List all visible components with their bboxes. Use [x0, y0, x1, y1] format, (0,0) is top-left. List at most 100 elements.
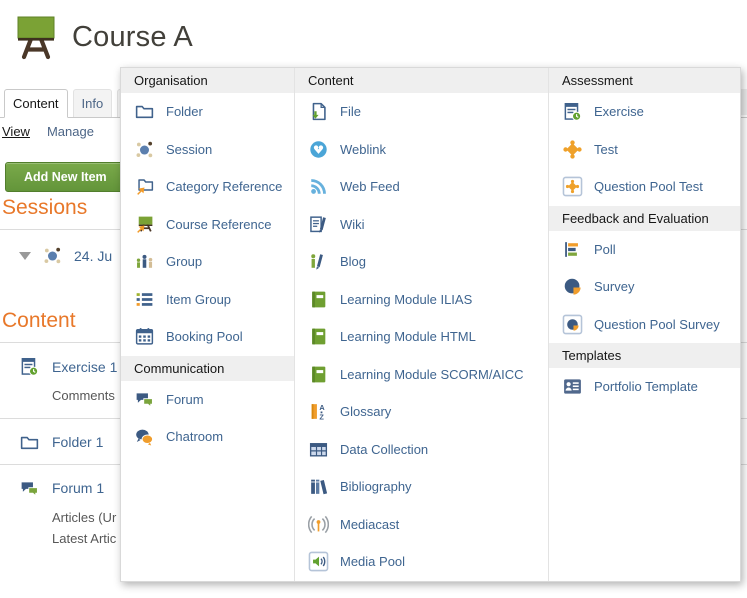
learning-module-icon	[308, 326, 329, 347]
tab-info[interactable]: Info	[73, 89, 113, 117]
menu-item-label: Exercise	[594, 104, 644, 119]
menu-item-label: Poll	[594, 242, 616, 257]
category-reference-icon	[134, 176, 155, 197]
weblink-icon	[308, 139, 329, 160]
menu-item-label: Question Pool Test	[594, 179, 703, 194]
course-logo-icon	[13, 14, 59, 60]
menu-item-test[interactable]: Test	[549, 131, 740, 169]
menu-item-data-collection[interactable]: Data Collection	[295, 431, 548, 469]
menu-section-header: Communication	[121, 356, 294, 381]
menu-item-survey[interactable]: Survey	[549, 268, 740, 306]
menu-item-bibliography[interactable]: Bibliography	[295, 468, 548, 506]
menu-item-poll[interactable]: Poll	[549, 231, 740, 269]
content-item-title[interactable]: Exercise 1	[52, 359, 117, 375]
session-title[interactable]: 24. Ju	[74, 248, 112, 264]
bibliography-icon	[308, 476, 329, 497]
survey-icon	[562, 276, 583, 297]
menu-item-label: Blog	[340, 254, 366, 269]
folder-icon	[134, 101, 155, 122]
menu-item-learning-module-scorm-aicc[interactable]: Learning Module SCORM/AICC	[295, 356, 548, 394]
portfolio-template-icon	[562, 376, 583, 397]
menu-item-course-reference[interactable]: Course Reference	[121, 206, 294, 244]
menu-item-file[interactable]: File	[295, 93, 548, 131]
file-icon	[308, 101, 329, 122]
toolbar: Add New Item	[5, 162, 126, 192]
menu-item-label: Mediacast	[340, 517, 399, 532]
menu-item-category-reference[interactable]: Category Reference	[121, 168, 294, 206]
question-pool-survey-icon	[562, 314, 583, 335]
menu-item-label: Group	[166, 254, 202, 269]
page-title: Course A	[72, 21, 193, 54]
menu-item-weblink[interactable]: Weblink	[295, 131, 548, 169]
content-column: ContentFileWeblinkWeb FeedWikiBlogLearni…	[294, 68, 548, 581]
menu-item-session[interactable]: Session	[121, 131, 294, 169]
tab-content[interactable]: Content	[4, 89, 68, 118]
session-icon	[134, 139, 155, 160]
menu-item-label: Question Pool Survey	[594, 317, 720, 332]
menu-item-learning-module-html[interactable]: Learning Module HTML	[295, 318, 548, 356]
menu-item-label: Glossary	[340, 404, 391, 419]
web-feed-icon	[308, 176, 329, 197]
glossary-icon: AZ	[308, 401, 329, 422]
menu-item-portfolio-template[interactable]: Portfolio Template	[549, 368, 740, 406]
collapse-caret-icon[interactable]	[19, 252, 31, 260]
exercise-icon	[19, 356, 40, 377]
menu-item-forum[interactable]: Forum	[121, 381, 294, 419]
menu-item-label: Chatroom	[166, 429, 223, 444]
subtab-view[interactable]: View	[2, 124, 30, 139]
add-new-item-dropdown: OrganisationFolderSessionCategory Refere…	[120, 67, 741, 582]
menu-item-learning-module-ilias[interactable]: Learning Module ILIAS	[295, 281, 548, 319]
menu-item-label: Web Feed	[340, 179, 400, 194]
menu-item-label: File	[340, 104, 361, 119]
svg-text:Z: Z	[319, 413, 324, 422]
menu-item-media-pool[interactable]: Media Pool	[295, 543, 548, 581]
menu-section-header: Feedback and Evaluation	[549, 206, 740, 231]
mediacast-icon	[308, 514, 329, 535]
assessment-column: AssessmentExerciseTestQuestion Pool Test…	[548, 68, 740, 581]
menu-item-label: Course Reference	[166, 217, 272, 232]
organisation-column: OrganisationFolderSessionCategory Refere…	[121, 68, 294, 581]
menu-item-label: Booking Pool	[166, 329, 243, 344]
subtab-manage[interactable]: Manage	[47, 124, 94, 139]
wiki-icon	[308, 214, 329, 235]
page-header: Course A	[0, 0, 747, 66]
menu-item-label: Item Group	[166, 292, 231, 307]
exercise-icon	[562, 101, 583, 122]
menu-item-folder[interactable]: Folder	[121, 93, 294, 131]
content-item-title[interactable]: Folder 1	[52, 434, 103, 450]
question-pool-test-icon	[562, 176, 583, 197]
menu-item-label: Session	[166, 142, 212, 157]
menu-item-exercise[interactable]: Exercise	[549, 93, 740, 131]
menu-item-label: Test	[594, 142, 618, 157]
menu-item-booking-pool[interactable]: Booking Pool	[121, 318, 294, 356]
data-collection-icon	[308, 439, 329, 460]
blog-icon	[308, 251, 329, 272]
menu-item-question-pool-test[interactable]: Question Pool Test	[549, 168, 740, 206]
menu-item-mediacast[interactable]: Mediacast	[295, 506, 548, 544]
svg-text:A: A	[319, 403, 325, 412]
menu-item-label: Learning Module HTML	[340, 329, 476, 344]
menu-item-group[interactable]: Group	[121, 243, 294, 281]
menu-item-blog[interactable]: Blog	[295, 243, 548, 281]
content-item-title[interactable]: Forum 1	[52, 480, 104, 496]
menu-item-label: Weblink	[340, 142, 386, 157]
add-new-item-button[interactable]: Add New Item	[5, 162, 126, 192]
forum-icon	[134, 389, 155, 410]
group-icon	[134, 251, 155, 272]
booking-pool-icon	[134, 326, 155, 347]
menu-item-question-pool-survey[interactable]: Question Pool Survey	[549, 306, 740, 344]
menu-item-wiki[interactable]: Wiki	[295, 206, 548, 244]
menu-item-chatroom[interactable]: Chatroom	[121, 418, 294, 456]
menu-item-glossary[interactable]: AZ Glossary	[295, 393, 548, 431]
menu-item-label: Survey	[594, 279, 634, 294]
menu-item-label: Category Reference	[166, 179, 282, 194]
menu-item-label: Folder	[166, 104, 203, 119]
menu-item-web-feed[interactable]: Web Feed	[295, 168, 548, 206]
folder-icon	[19, 432, 40, 453]
menu-item-label: Data Collection	[340, 442, 428, 457]
learning-module-icon	[308, 289, 329, 310]
menu-item-item-group[interactable]: Item Group	[121, 281, 294, 319]
menu-item-label: Forum	[166, 392, 204, 407]
menu-item-label: Portfolio Template	[594, 379, 698, 394]
media-pool-icon	[308, 551, 329, 572]
